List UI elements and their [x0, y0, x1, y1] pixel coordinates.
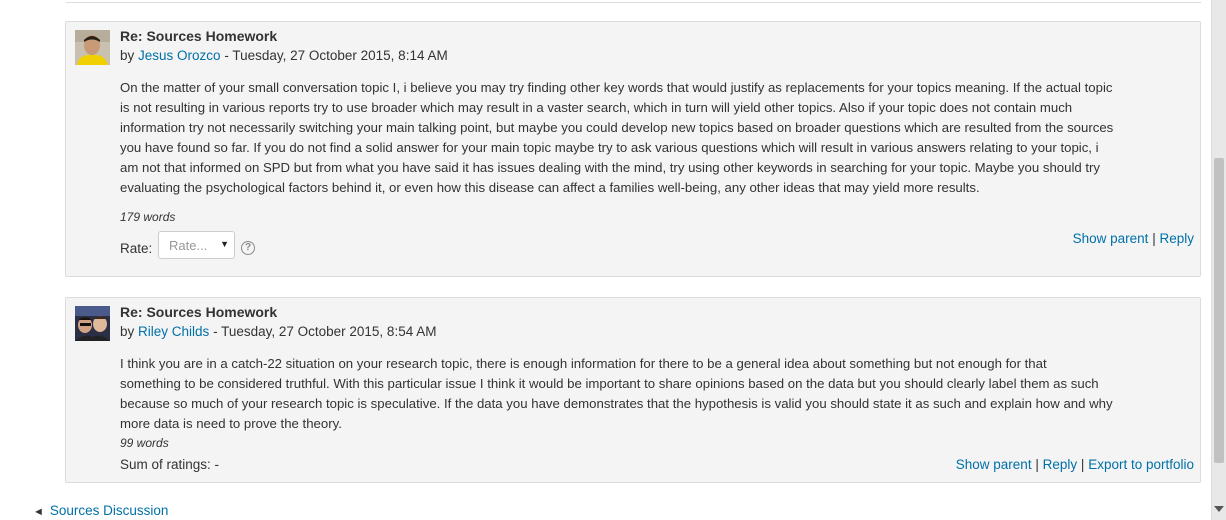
content-line: because so much of your research topic i… [120, 396, 1113, 411]
separator: | [1152, 231, 1156, 246]
scroll-down-arrow-icon[interactable] [1214, 506, 1224, 512]
post-content: On the matter of your small conversation… [120, 78, 1194, 198]
reply-link[interactable]: Reply [1159, 231, 1194, 246]
previous-arrow-icon: ◄ [33, 506, 44, 518]
previous-post-bottom-edge [66, 0, 1201, 3]
content-line: something to be considered truthful. Wit… [120, 376, 1099, 391]
author-link[interactable]: Riley Childs [138, 324, 209, 339]
post-subject: Re: Sources Homework [120, 28, 278, 44]
separator: | [1080, 457, 1085, 472]
content-line: I think you are in a catch-22 situation … [120, 356, 1047, 371]
reply-link[interactable]: Reply [1043, 457, 1078, 472]
export-to-portfolio-link[interactable]: Export to portfolio [1088, 457, 1194, 472]
sum-of-ratings: Sum of ratings: - [120, 457, 220, 472]
show-parent-link[interactable]: Show parent [1073, 231, 1149, 246]
show-parent-link[interactable]: Show parent [956, 457, 1032, 472]
content-line: am not that informed on SPD but from wha… [120, 160, 1101, 175]
previous-discussion-nav: ◄ Sources Discussion [33, 503, 168, 518]
post-content: I think you are in a catch-22 situation … [120, 354, 1194, 434]
word-count: 99 words [120, 436, 169, 450]
content-line: evaluating the psychological factors beh… [120, 180, 980, 195]
separator: | [1035, 457, 1039, 472]
author-link[interactable]: Jesus Orozco [138, 48, 221, 63]
content-line: more data is need to prove the theory. [120, 416, 342, 431]
by-prefix: by [120, 324, 135, 339]
rate-label: Rate: [120, 241, 153, 256]
avatar[interactable] [75, 306, 110, 341]
vertical-scrollbar[interactable] [1211, 0, 1226, 520]
post-byline: by Jesus Orozco - Tuesday, 27 October 20… [120, 48, 448, 63]
content-line: On the matter of your small conversation… [120, 80, 1113, 95]
user-picture-icon [75, 30, 110, 65]
rate-select[interactable]: Rate... ▼ [158, 231, 235, 259]
post-date: - Tuesday, 27 October 2015, 8:54 AM [213, 324, 437, 339]
user-picture-icon [75, 306, 110, 341]
post-commands: Show parent | Reply | Export to portfoli… [956, 457, 1194, 472]
content-line: you have found so far. If you do not fin… [120, 140, 1099, 155]
post-date: - Tuesday, 27 October 2015, 8:14 AM [224, 48, 448, 63]
post-subject: Re: Sources Homework [120, 304, 278, 320]
forum-post: Re: Sources Homework by Jesus Orozco - T… [65, 21, 1201, 277]
post-commands: Show parent | Reply [1073, 231, 1194, 246]
rate-select-value: Rate... [169, 238, 208, 253]
previous-discussion-link[interactable]: Sources Discussion [50, 503, 169, 518]
forum-post: Re: Sources Homework by Riley Childs - T… [65, 297, 1201, 483]
post-byline: by Riley Childs - Tuesday, 27 October 20… [120, 324, 436, 339]
scrollbar-thumb[interactable] [1214, 158, 1224, 463]
word-count: 179 words [120, 210, 176, 224]
by-prefix: by [120, 48, 135, 63]
content-line: information try not necessarily switchin… [120, 120, 1114, 135]
dropdown-arrow-icon: ▼ [220, 239, 229, 249]
avatar[interactable] [75, 30, 110, 65]
content-line: is not resulting in various reports try … [120, 100, 1073, 115]
help-icon[interactable]: ? [241, 241, 255, 255]
